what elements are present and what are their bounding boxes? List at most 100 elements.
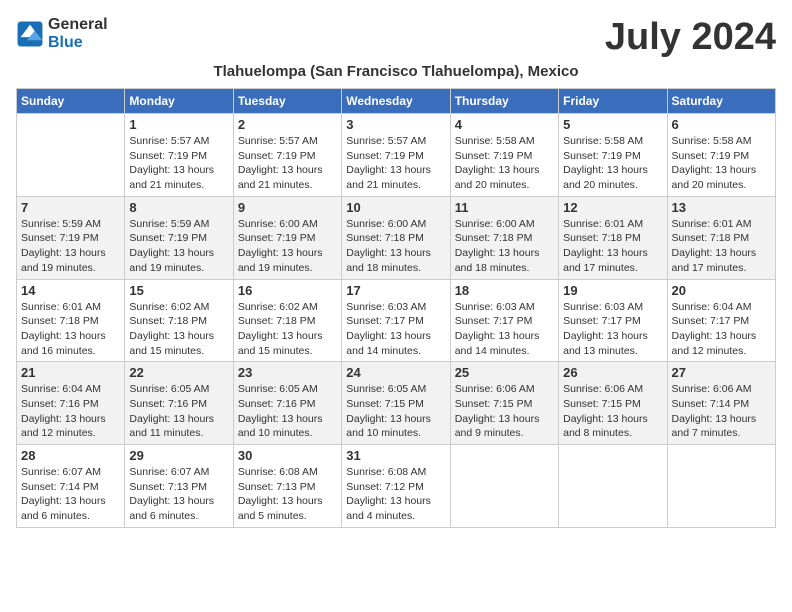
cell-info: Sunrise: 6:01 AM Sunset: 7:18 PM Dayligh…	[563, 217, 662, 276]
calendar-cell: 17 Sunrise: 6:03 AM Sunset: 7:17 PM Dayli…	[342, 279, 450, 362]
cell-info: Sunrise: 6:06 AM Sunset: 7:14 PM Dayligh…	[672, 382, 771, 441]
calendar-cell: 28 Sunrise: 6:07 AM Sunset: 7:14 PM Dayli…	[17, 445, 125, 528]
cell-info: Sunrise: 6:00 AM Sunset: 7:18 PM Dayligh…	[346, 217, 445, 276]
logo: General Blue	[16, 16, 108, 52]
cell-info: Sunrise: 6:04 AM Sunset: 7:17 PM Dayligh…	[672, 300, 771, 359]
cell-date: 7	[21, 200, 120, 215]
cell-info: Sunrise: 5:59 AM Sunset: 7:19 PM Dayligh…	[129, 217, 228, 276]
cell-info: Sunrise: 6:00 AM Sunset: 7:19 PM Dayligh…	[238, 217, 337, 276]
cell-date: 18	[455, 283, 554, 298]
calendar-cell: 31 Sunrise: 6:08 AM Sunset: 7:12 PM Dayli…	[342, 445, 450, 528]
calendar-cell: 25 Sunrise: 6:06 AM Sunset: 7:15 PM Dayli…	[450, 362, 558, 445]
cell-info: Sunrise: 6:03 AM Sunset: 7:17 PM Dayligh…	[563, 300, 662, 359]
cell-info: Sunrise: 6:07 AM Sunset: 7:14 PM Dayligh…	[21, 465, 120, 524]
cell-date: 17	[346, 283, 445, 298]
cell-date: 9	[238, 200, 337, 215]
cell-info: Sunrise: 6:01 AM Sunset: 7:18 PM Dayligh…	[21, 300, 120, 359]
cell-date: 12	[563, 200, 662, 215]
cell-date: 31	[346, 448, 445, 463]
cell-date: 14	[21, 283, 120, 298]
cell-info: Sunrise: 6:04 AM Sunset: 7:16 PM Dayligh…	[21, 382, 120, 441]
cell-date: 25	[455, 365, 554, 380]
cell-date: 11	[455, 200, 554, 215]
cell-info: Sunrise: 6:07 AM Sunset: 7:13 PM Dayligh…	[129, 465, 228, 524]
cell-info: Sunrise: 6:03 AM Sunset: 7:17 PM Dayligh…	[455, 300, 554, 359]
calendar-cell: 4 Sunrise: 5:58 AM Sunset: 7:19 PM Daylig…	[450, 114, 558, 197]
calendar-cell: 2 Sunrise: 5:57 AM Sunset: 7:19 PM Daylig…	[233, 114, 341, 197]
calendar-cell	[667, 445, 775, 528]
day-header-friday: Friday	[559, 89, 667, 114]
cell-date: 24	[346, 365, 445, 380]
cell-info: Sunrise: 6:05 AM Sunset: 7:16 PM Dayligh…	[129, 382, 228, 441]
cell-date: 20	[672, 283, 771, 298]
cell-info: Sunrise: 5:57 AM Sunset: 7:19 PM Dayligh…	[129, 134, 228, 193]
cell-date: 29	[129, 448, 228, 463]
calendar-cell: 14 Sunrise: 6:01 AM Sunset: 7:18 PM Dayli…	[17, 279, 125, 362]
calendar-cell: 13 Sunrise: 6:01 AM Sunset: 7:18 PM Dayli…	[667, 196, 775, 279]
cell-info: Sunrise: 6:02 AM Sunset: 7:18 PM Dayligh…	[238, 300, 337, 359]
cell-info: Sunrise: 6:08 AM Sunset: 7:13 PM Dayligh…	[238, 465, 337, 524]
cell-info: Sunrise: 5:57 AM Sunset: 7:19 PM Dayligh…	[238, 134, 337, 193]
calendar-cell: 11 Sunrise: 6:00 AM Sunset: 7:18 PM Dayli…	[450, 196, 558, 279]
day-header-tuesday: Tuesday	[233, 89, 341, 114]
cell-info: Sunrise: 6:02 AM Sunset: 7:18 PM Dayligh…	[129, 300, 228, 359]
logo-icon	[16, 20, 44, 48]
cell-info: Sunrise: 5:57 AM Sunset: 7:19 PM Dayligh…	[346, 134, 445, 193]
calendar-cell: 29 Sunrise: 6:07 AM Sunset: 7:13 PM Dayli…	[125, 445, 233, 528]
calendar-cell: 22 Sunrise: 6:05 AM Sunset: 7:16 PM Dayli…	[125, 362, 233, 445]
calendar-cell: 6Sunrise: 5:58 AM Sunset: 7:19 PM Daylig…	[667, 114, 775, 197]
cell-date: 4	[455, 117, 554, 132]
calendar-cell: 21 Sunrise: 6:04 AM Sunset: 7:16 PM Dayli…	[17, 362, 125, 445]
cell-date: 1	[129, 117, 228, 132]
calendar-cell: 15 Sunrise: 6:02 AM Sunset: 7:18 PM Dayli…	[125, 279, 233, 362]
cell-date: 30	[238, 448, 337, 463]
cell-info: Sunrise: 6:00 AM Sunset: 7:18 PM Dayligh…	[455, 217, 554, 276]
calendar-cell: 5Sunrise: 5:58 AM Sunset: 7:19 PM Daylig…	[559, 114, 667, 197]
calendar-cell: 8 Sunrise: 5:59 AM Sunset: 7:19 PM Daylig…	[125, 196, 233, 279]
cell-date: 13	[672, 200, 771, 215]
cell-info: Sunrise: 6:01 AM Sunset: 7:18 PM Dayligh…	[672, 217, 771, 276]
cell-date: 28	[21, 448, 120, 463]
cell-info: Sunrise: 5:58 AM Sunset: 7:19 PM Dayligh…	[672, 134, 771, 193]
calendar-cell: 16Sunrise: 6:02 AM Sunset: 7:18 PM Dayli…	[233, 279, 341, 362]
day-header-sunday: Sunday	[17, 89, 125, 114]
cell-info: Sunrise: 6:08 AM Sunset: 7:12 PM Dayligh…	[346, 465, 445, 524]
calendar-cell: 19 Sunrise: 6:03 AM Sunset: 7:17 PM Dayli…	[559, 279, 667, 362]
day-header-monday: Monday	[125, 89, 233, 114]
location-title: Tlahuelompa (San Francisco Tlahuelompa),…	[16, 63, 776, 80]
calendar-cell: 1 Sunrise: 5:57 AM Sunset: 7:19 PM Daylig…	[125, 114, 233, 197]
cell-info: Sunrise: 5:59 AM Sunset: 7:19 PM Dayligh…	[21, 217, 120, 276]
calendar-cell	[559, 445, 667, 528]
calendar-cell: 7 Sunrise: 5:59 AM Sunset: 7:19 PM Daylig…	[17, 196, 125, 279]
cell-date: 10	[346, 200, 445, 215]
calendar-cell: 30 Sunrise: 6:08 AM Sunset: 7:13 PM Dayli…	[233, 445, 341, 528]
cell-date: 21	[21, 365, 120, 380]
cell-date: 27	[672, 365, 771, 380]
calendar-cell: 18 Sunrise: 6:03 AM Sunset: 7:17 PM Dayli…	[450, 279, 558, 362]
calendar-cell: 23 Sunrise: 6:05 AM Sunset: 7:16 PM Dayli…	[233, 362, 341, 445]
cell-date: 5	[563, 117, 662, 132]
cell-date: 23	[238, 365, 337, 380]
cell-date: 8	[129, 200, 228, 215]
cell-date: 15	[129, 283, 228, 298]
cell-date: 22	[129, 365, 228, 380]
calendar-cell: 10 Sunrise: 6:00 AM Sunset: 7:18 PM Dayli…	[342, 196, 450, 279]
calendar-cell: 12 Sunrise: 6:01 AM Sunset: 7:18 PM Dayli…	[559, 196, 667, 279]
calendar-cell	[17, 114, 125, 197]
cell-info: Sunrise: 6:03 AM Sunset: 7:17 PM Dayligh…	[346, 300, 445, 359]
calendar-cell: 20 Sunrise: 6:04 AM Sunset: 7:17 PM Dayli…	[667, 279, 775, 362]
cell-date: 2	[238, 117, 337, 132]
calendar-cell: 3 Sunrise: 5:57 AM Sunset: 7:19 PM Daylig…	[342, 114, 450, 197]
cell-info: Sunrise: 5:58 AM Sunset: 7:19 PM Dayligh…	[455, 134, 554, 193]
cell-info: Sunrise: 6:05 AM Sunset: 7:16 PM Dayligh…	[238, 382, 337, 441]
cell-info: Sunrise: 6:05 AM Sunset: 7:15 PM Dayligh…	[346, 382, 445, 441]
calendar-cell: 9 Sunrise: 6:00 AM Sunset: 7:19 PM Daylig…	[233, 196, 341, 279]
calendar: SundayMondayTuesdayWednesdayThursdayFrid…	[16, 88, 776, 528]
cell-date: 3	[346, 117, 445, 132]
cell-date: 19	[563, 283, 662, 298]
day-header-saturday: Saturday	[667, 89, 775, 114]
calendar-cell: 26Sunrise: 6:06 AM Sunset: 7:15 PM Dayli…	[559, 362, 667, 445]
day-header-thursday: Thursday	[450, 89, 558, 114]
cell-info: Sunrise: 6:06 AM Sunset: 7:15 PM Dayligh…	[455, 382, 554, 441]
calendar-cell: 24 Sunrise: 6:05 AM Sunset: 7:15 PM Dayli…	[342, 362, 450, 445]
